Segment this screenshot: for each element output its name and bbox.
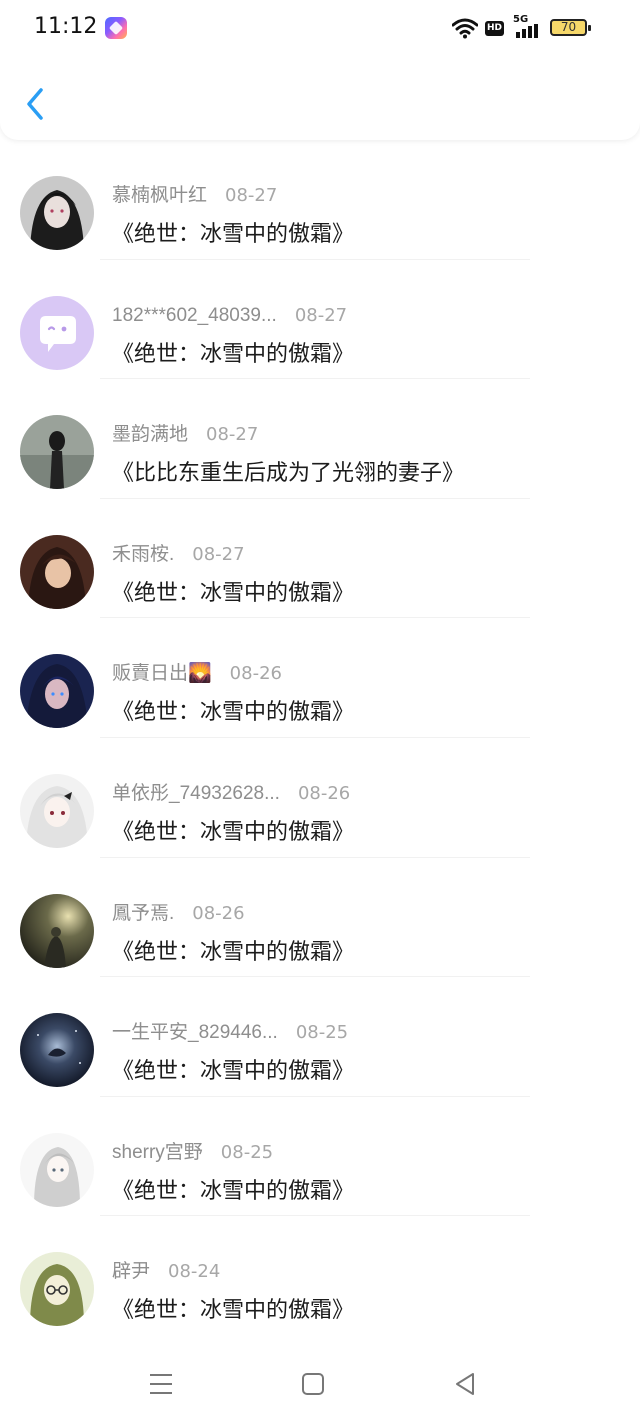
back-triangle-icon[interactable] xyxy=(450,1369,480,1399)
battery-level: 70 xyxy=(560,20,577,34)
date: 08-24 xyxy=(168,1261,221,1283)
book-title[interactable]: 《绝世：冰雪中的傲霜》 xyxy=(112,694,620,726)
date: 08-26 xyxy=(229,663,282,685)
meta-row: 禾雨桉. 08-27 xyxy=(112,539,620,569)
list-item[interactable]: 辟尹 08-24 《绝世：冰雪中的傲霜》 xyxy=(0,1216,640,1336)
username: 辟尹 xyxy=(112,1261,151,1283)
avatar[interactable] xyxy=(20,1013,94,1088)
book-title[interactable]: 《绝世：冰雪中的傲霜》 xyxy=(112,575,620,607)
meta-row: sherry宫野 08-25 xyxy=(112,1137,620,1167)
list-item[interactable]: 182***602_48039... 08-27 《绝世：冰雪中的傲霜》 xyxy=(0,260,640,380)
item-text: 鳳予焉. 08-26 《绝世：冰雪中的傲霜》 xyxy=(112,898,620,966)
list-item[interactable]: 贩賣日出🌄 08-26 《绝世：冰雪中的傲霜》 xyxy=(0,618,640,738)
meta-row: 贩賣日出🌄 08-26 xyxy=(112,658,620,688)
avatar[interactable] xyxy=(20,295,94,370)
status-time: 11:12 xyxy=(34,14,98,39)
meta-row: 鳳予焉. 08-26 xyxy=(112,898,620,928)
back-button[interactable] xyxy=(22,86,50,122)
username: 鳳予焉. xyxy=(112,902,175,924)
username: 慕楠枫叶红 xyxy=(112,185,208,206)
top-header: 11:12 HD 5G 70 xyxy=(0,0,640,140)
book-title[interactable]: 《绝世：冰雪中的傲霜》 xyxy=(112,1053,620,1085)
avatar[interactable] xyxy=(20,534,94,609)
meta-row: 辟尹 08-24 xyxy=(112,1256,620,1286)
date: 08-27 xyxy=(206,424,259,446)
avatar[interactable] xyxy=(20,415,94,490)
meta-row: 一生平安_829446... 08-25 xyxy=(112,1017,620,1047)
username: 单依彤_74932628... xyxy=(112,782,280,804)
book-title[interactable]: 《绝世：冰雪中的傲霜》 xyxy=(112,1173,620,1205)
avatar[interactable] xyxy=(20,773,94,848)
avatar[interactable] xyxy=(20,654,94,729)
username: sherry宫野 xyxy=(112,1141,203,1163)
item-text: 182***602_48039... 08-27 《绝世：冰雪中的傲霜》 xyxy=(112,300,620,368)
list-item[interactable]: 鳳予焉. 08-26 《绝世：冰雪中的傲霜》 xyxy=(0,858,640,978)
item-text: 墨韵满地 08-27 《比比东重生后成为了光翎的妻子》 xyxy=(112,419,620,487)
home-icon[interactable] xyxy=(298,1369,328,1399)
item-text: sherry宫野 08-25 《绝世：冰雪中的傲霜》 xyxy=(112,1137,620,1205)
meta-row: 单依彤_74932628... 08-26 xyxy=(112,778,620,808)
system-nav-bar xyxy=(0,1345,640,1422)
username: 贩賣日出🌄 xyxy=(112,663,212,685)
battery-icon: 70 xyxy=(550,19,591,36)
username: 一生平安_829446... xyxy=(112,1022,278,1044)
meta-row: 182***602_48039... 08-27 xyxy=(112,300,620,330)
signal-icon xyxy=(516,24,538,38)
date: 08-27 xyxy=(225,185,278,206)
list-item[interactable]: 一生平安_829446... 08-25 《绝世：冰雪中的傲霜》 xyxy=(0,977,640,1097)
username: 墨韵满地 xyxy=(112,424,189,446)
book-title[interactable]: 《绝世：冰雪中的傲霜》 xyxy=(112,934,620,966)
username: 182***602_48039... xyxy=(112,304,277,326)
hd-icon: HD xyxy=(485,21,504,36)
item-text: 贩賣日出🌄 08-26 《绝世：冰雪中的傲霜》 xyxy=(112,658,620,726)
date: 08-26 xyxy=(297,782,351,804)
signal-indicator: 5G xyxy=(513,14,543,40)
book-title[interactable]: 《绝世：冰雪中的傲霜》 xyxy=(112,216,620,248)
list-item[interactable]: 墨韵满地 08-27 《比比东重生后成为了光翎的妻子》 xyxy=(0,379,640,499)
list-item[interactable]: sherry宫野 08-25 《绝世：冰雪中的傲霜》 xyxy=(0,1097,640,1217)
book-title[interactable]: 《绝世：冰雪中的傲霜》 xyxy=(112,336,620,368)
date: 08-27 xyxy=(192,543,245,565)
avatar[interactable] xyxy=(20,893,94,968)
book-title[interactable]: 《绝世：冰雪中的傲霜》 xyxy=(112,814,620,846)
item-text: 慕楠枫叶红 08-27 《绝世：冰雪中的傲霜》 xyxy=(112,180,620,248)
date: 08-25 xyxy=(295,1022,349,1044)
item-text: 辟尹 08-24 《绝世：冰雪中的傲霜》 xyxy=(112,1256,620,1324)
book-title[interactable]: 《绝世：冰雪中的傲霜》 xyxy=(112,1292,620,1324)
book-title[interactable]: 《比比东重生后成为了光翎的妻子》 xyxy=(112,455,620,487)
list-item[interactable]: 禾雨桉. 08-27 《绝世：冰雪中的傲霜》 xyxy=(0,499,640,619)
chevron-left-icon xyxy=(27,88,43,120)
reader-list: 慕楠枫叶红 08-27 《绝世：冰雪中的傲霜》 182***602_48039..… xyxy=(0,140,640,1336)
list-item[interactable]: 单依彤_74932628... 08-26 《绝世：冰雪中的傲霜》 xyxy=(0,738,640,858)
date: 08-26 xyxy=(192,902,245,924)
username: 禾雨桉. xyxy=(112,543,175,565)
menu-icon[interactable] xyxy=(146,1369,176,1399)
app-icon xyxy=(105,17,127,39)
avatar[interactable] xyxy=(20,1132,94,1207)
item-text: 单依彤_74932628... 08-26 《绝世：冰雪中的傲霜》 xyxy=(112,778,620,846)
item-text: 一生平安_829446... 08-25 《绝世：冰雪中的傲霜》 xyxy=(112,1017,620,1085)
item-text: 禾雨桉. 08-27 《绝世：冰雪中的傲霜》 xyxy=(112,539,620,607)
avatar[interactable] xyxy=(20,1252,94,1327)
meta-row: 墨韵满地 08-27 xyxy=(112,419,620,449)
date: 08-25 xyxy=(220,1141,274,1163)
list-item[interactable]: 慕楠枫叶红 08-27 《绝世：冰雪中的傲霜》 xyxy=(0,140,640,260)
avatar[interactable] xyxy=(20,176,94,250)
wifi-icon xyxy=(452,18,478,39)
page: 11:12 HD 5G 70 慕楠枫叶红 08-27 《绝世：冰雪中的傲霜》 1… xyxy=(0,0,640,1422)
status-bar: 11:12 HD 5G 70 xyxy=(0,0,640,58)
date: 08-27 xyxy=(294,304,348,326)
meta-row: 慕楠枫叶红 08-27 xyxy=(112,180,620,210)
